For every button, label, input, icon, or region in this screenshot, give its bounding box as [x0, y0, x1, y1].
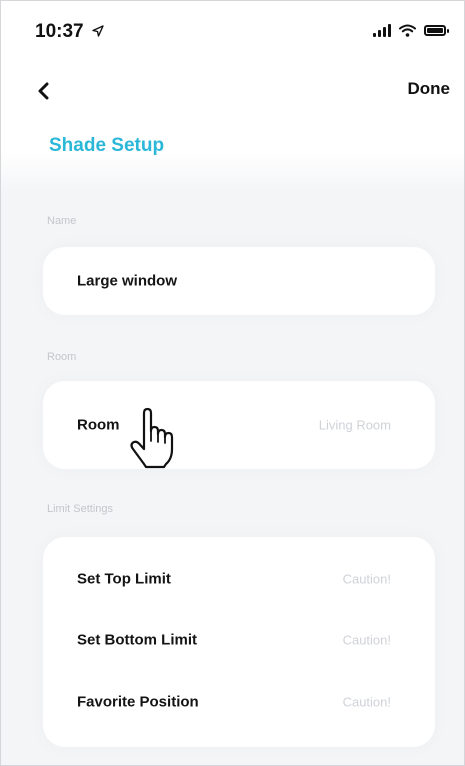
- back-button[interactable]: [29, 77, 57, 105]
- page-title: Shade Setup: [49, 135, 165, 156]
- name-row-label: Large window: [77, 272, 178, 290]
- status-bar: 10:37: [1, 1, 464, 63]
- section-label-name: Name: [47, 215, 77, 227]
- name-row[interactable]: Large window: [43, 247, 435, 315]
- favorite-position-value: Caution!: [342, 694, 391, 710]
- header: Done Shade Setup: [1, 63, 464, 191]
- name-card: Large window: [43, 247, 435, 315]
- section-label-room: Room: [47, 351, 77, 363]
- room-card: Room Living Room: [43, 381, 435, 469]
- location-arrow-icon: [92, 25, 104, 37]
- set-bottom-limit-label: Set Bottom Limit: [77, 631, 197, 649]
- chevron-left-icon: [38, 82, 49, 100]
- favorite-position-row[interactable]: Favorite Position Caution!: [43, 671, 435, 733]
- battery-icon: [424, 24, 449, 36]
- app-frame: 10:37 Done Shade Setup Name Large window…: [0, 0, 465, 766]
- room-row-label: Room: [77, 416, 120, 434]
- signal-icon: [373, 23, 391, 37]
- favorite-position-label: Favorite Position: [77, 693, 199, 711]
- room-row-value: Living Room: [318, 417, 391, 433]
- room-row[interactable]: Room Living Room: [43, 381, 435, 469]
- set-bottom-limit-row[interactable]: Set Bottom Limit Caution!: [43, 609, 435, 671]
- set-bottom-limit-value: Caution!: [342, 632, 391, 648]
- set-top-limit-row[interactable]: Set Top Limit Caution!: [43, 549, 435, 609]
- wifi-icon: [399, 24, 416, 37]
- status-icons: [373, 23, 449, 37]
- limit-settings-card: Set Top Limit Caution! Set Bottom Limit …: [43, 537, 435, 747]
- status-time-text: 10:37: [35, 21, 84, 42]
- done-button[interactable]: Done: [408, 79, 451, 99]
- set-top-limit-value: Caution!: [342, 571, 391, 587]
- section-label-limit-settings: Limit Settings: [47, 503, 114, 515]
- set-top-limit-label: Set Top Limit: [77, 570, 171, 588]
- status-time: 10:37: [35, 21, 104, 43]
